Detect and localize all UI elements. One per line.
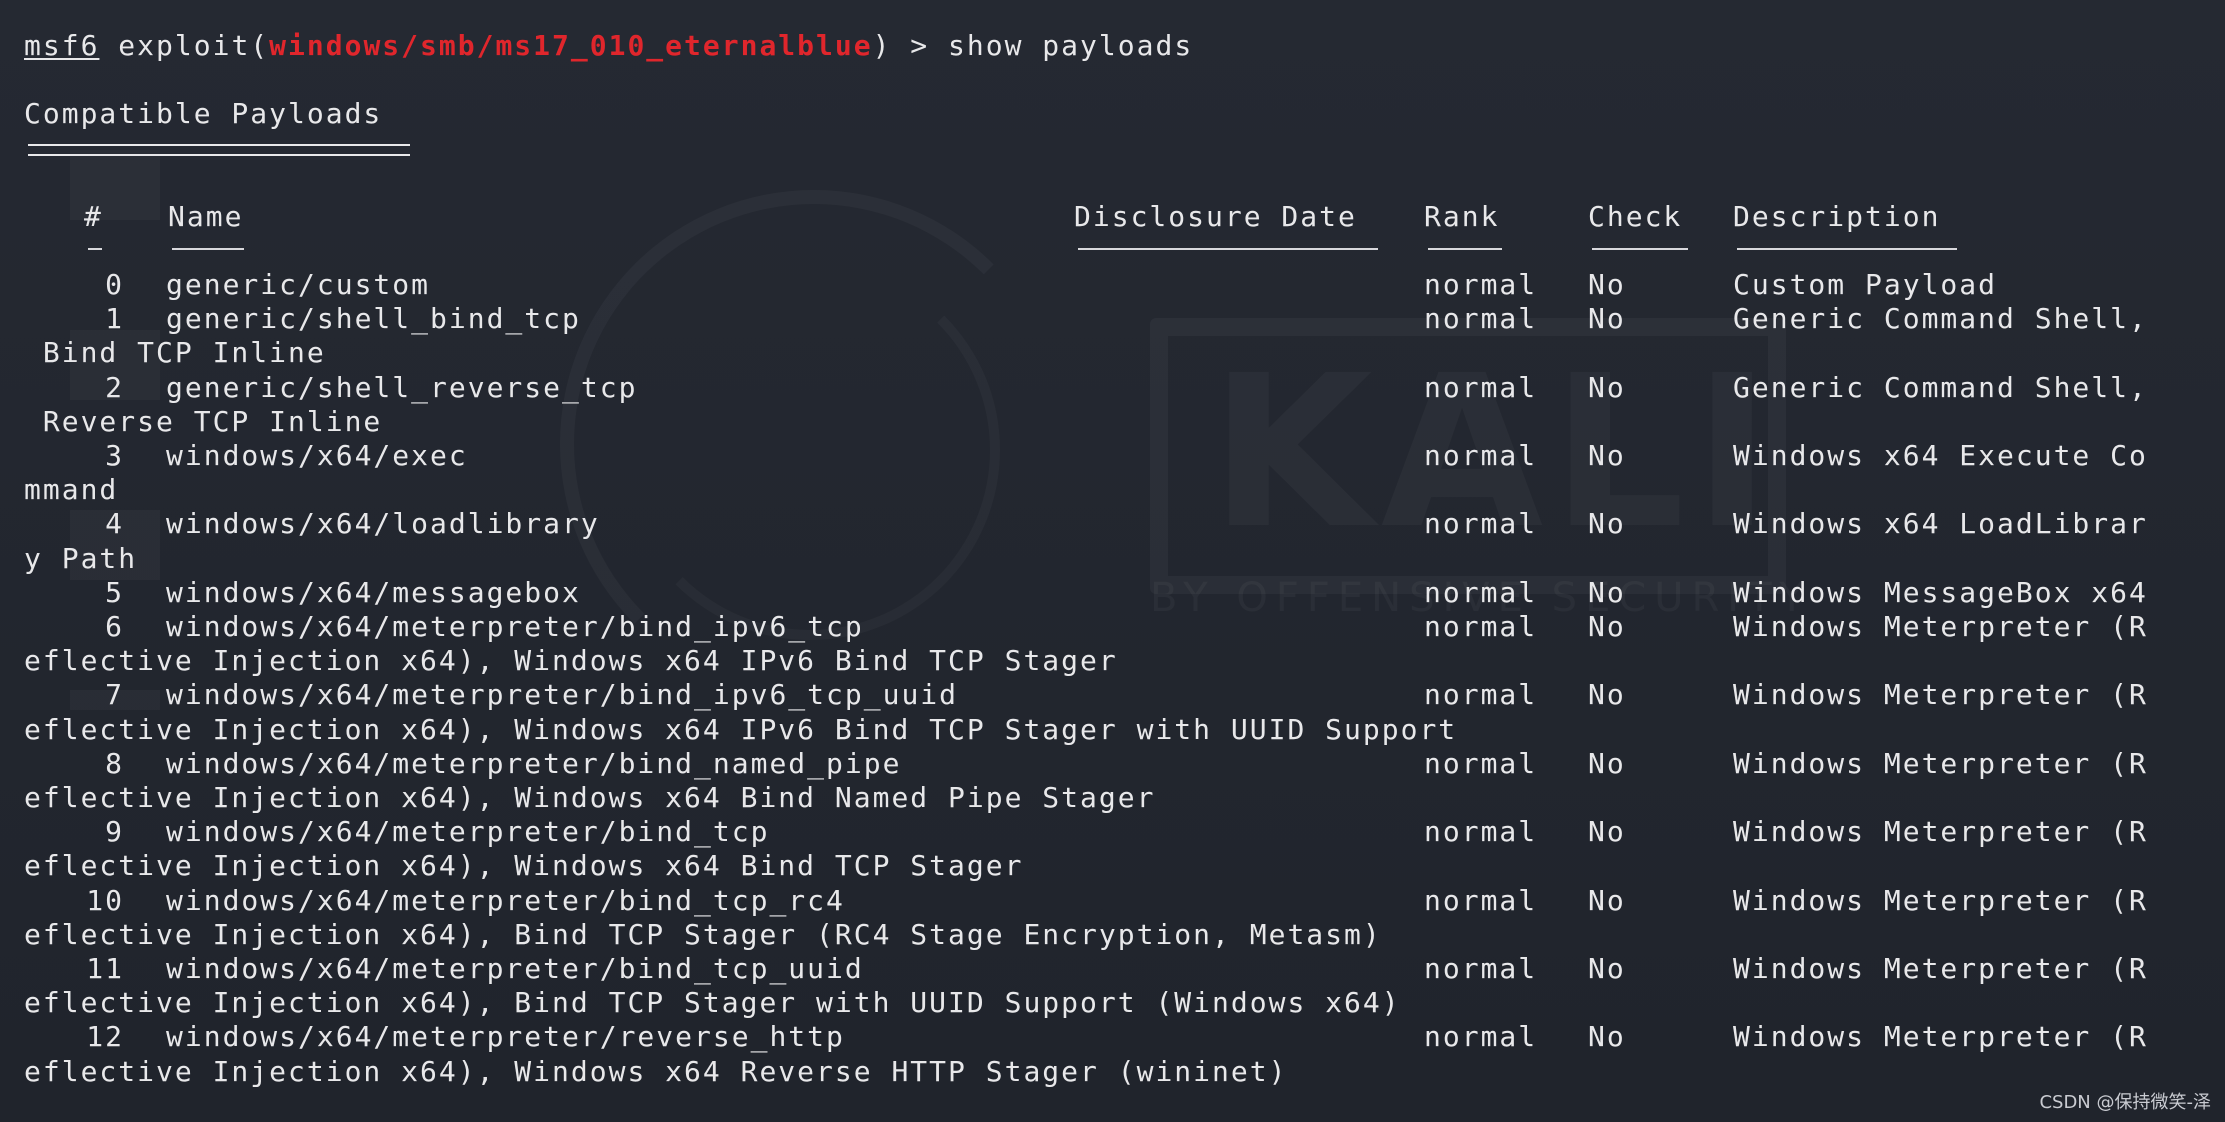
payload-description: Windows x64 LoadLibrar	[1733, 507, 2148, 541]
header-description-underline	[1737, 248, 1957, 250]
payload-rank: normal	[1424, 610, 1538, 643]
payload-description: Windows Meterpreter (R	[1733, 678, 2148, 712]
section-title-underline	[28, 144, 410, 156]
payload-rank: normal	[1424, 678, 1538, 712]
payload-check: No	[1588, 746, 1626, 780]
payload-rank: normal	[1424, 746, 1538, 780]
header-name-underline	[172, 248, 244, 250]
header-name: Name	[168, 200, 244, 233]
payload-description-wrap: Bind TCP Inline	[24, 336, 326, 370]
payload-description-wrap: eflective Injection x64), Windows x64 Re…	[24, 1054, 1288, 1088]
payload-name: windows/x64/loadlibrary	[166, 507, 600, 541]
payload-description: Windows Meterpreter (R	[1733, 883, 2148, 917]
payload-description: Windows Meterpreter (R	[1733, 610, 2148, 643]
header-check: Check	[1588, 200, 1683, 233]
payload-description: Windows Meterpreter (R	[1733, 815, 2148, 849]
payload-check: No	[1588, 883, 1626, 917]
row-number: 1	[105, 302, 124, 336]
payload-description-wrap: eflective Injection x64), Bind TCP Stage…	[24, 986, 1401, 1020]
payload-description: Windows MessageBox x64	[1733, 575, 2148, 609]
payload-description-wrap: eflective Injection x64), Windows x64 Bi…	[24, 849, 1024, 883]
payload-rank: normal	[1424, 268, 1538, 301]
payload-rank: normal	[1424, 952, 1538, 985]
payload-rank: normal	[1424, 575, 1538, 609]
payload-check: No	[1588, 268, 1626, 301]
payload-description-wrap: y Path	[24, 541, 138, 575]
csdn-credit: CSDN @保持微笑-泽	[2039, 1092, 2211, 1113]
payload-name: generic/shell_reverse_tcp	[166, 370, 638, 404]
row-number: 10	[86, 883, 124, 917]
payload-rank: normal	[1424, 439, 1538, 472]
payload-name: generic/custom	[166, 268, 431, 301]
row-number: 4	[105, 507, 124, 541]
payload-description: Windows Meterpreter (R	[1733, 952, 2148, 985]
payload-name: windows/x64/exec	[166, 439, 468, 472]
payload-rank: normal	[1424, 1020, 1538, 1054]
row-number: 6	[105, 610, 124, 643]
header-description: Description	[1733, 200, 1941, 233]
payload-description-wrap: eflective Injection x64), Windows x64 IP…	[24, 644, 1118, 678]
header-disclosure-date: Disclosure Date	[1074, 200, 1357, 233]
row-number: 0	[105, 268, 124, 301]
payload-description-wrap: eflective Injection x64), Windows x64 Bi…	[24, 781, 1156, 814]
payload-description: Windows Meterpreter (R	[1733, 1020, 2148, 1054]
payload-rank: normal	[1424, 507, 1538, 541]
section-title: Compatible Payloads	[24, 97, 383, 130]
payload-check: No	[1588, 952, 1626, 985]
payload-name: windows/x64/meterpreter/bind_named_pipe	[166, 746, 902, 780]
prompt-module: windows/smb/ms17_010_eternalblue	[269, 29, 873, 62]
payload-name: windows/x64/meterpreter/reverse_http	[166, 1020, 845, 1054]
prompt-user: msf6	[24, 29, 100, 62]
payload-check: No	[1588, 507, 1626, 541]
row-number: 9	[105, 815, 124, 849]
payload-description-wrap: mmand	[24, 473, 119, 507]
payload-check: No	[1588, 610, 1626, 643]
payload-name: windows/x64/meterpreter/bind_tcp_rc4	[166, 883, 845, 917]
payload-description: Generic Command Shell,	[1733, 302, 2148, 336]
payload-check: No	[1588, 678, 1626, 712]
header-rank: Rank	[1424, 200, 1500, 233]
payload-description-wrap: Reverse TCP Inline	[24, 404, 383, 438]
prompt-command-suffix: ) > show payloads	[872, 29, 1194, 62]
payload-check: No	[1588, 370, 1626, 404]
row-number: 2	[105, 370, 124, 404]
payload-check: No	[1588, 575, 1626, 609]
row-number: 7	[105, 678, 124, 712]
payload-check: No	[1588, 302, 1626, 336]
payload-name: windows/x64/meterpreter/bind_ipv6_tcp_uu…	[166, 678, 959, 712]
payload-check: No	[1588, 1020, 1626, 1054]
row-number: 8	[105, 746, 124, 780]
payload-name: windows/x64/meterpreter/bind_tcp_uuid	[166, 952, 864, 985]
payload-rank: normal	[1424, 815, 1538, 849]
row-number: 3	[105, 439, 124, 472]
kali-dragon-tail-watermark	[620, 260, 1000, 640]
payload-rank: normal	[1424, 883, 1538, 917]
header-num-underline	[88, 248, 102, 250]
payload-name: windows/x64/meterpreter/bind_tcp	[166, 815, 770, 849]
payload-description: Windows x64 Execute Co	[1733, 439, 2148, 472]
header-num: #	[84, 200, 103, 233]
row-number: 12	[86, 1020, 124, 1054]
command-prompt-line: msf6 exploit(windows/smb/ms17_010_eterna…	[24, 29, 1193, 63]
payload-name: generic/shell_bind_tcp	[166, 302, 581, 336]
payload-description-wrap: eflective Injection x64), Windows x64 IP…	[24, 712, 1458, 746]
header-rank-underline	[1428, 248, 1502, 250]
payload-check: No	[1588, 815, 1626, 849]
payload-description: Custom Payload	[1733, 268, 1998, 301]
header-date-underline	[1078, 248, 1378, 250]
payload-rank: normal	[1424, 370, 1538, 404]
payload-description: Windows Meterpreter (R	[1733, 746, 2148, 780]
header-check-underline	[1592, 248, 1688, 250]
row-number: 11	[86, 952, 124, 985]
payload-name: windows/x64/messagebox	[166, 575, 581, 609]
payload-rank: normal	[1424, 302, 1538, 336]
row-number: 5	[105, 575, 124, 609]
payload-description: Generic Command Shell,	[1733, 370, 2148, 404]
payload-name: windows/x64/meterpreter/bind_ipv6_tcp	[166, 610, 864, 643]
terminal-window[interactable]: KALI BY OFFENSIVE SECURITY msf6 exploit(…	[0, 0, 2225, 1122]
payload-check: No	[1588, 439, 1626, 472]
prompt-command-prefix: exploit(	[99, 29, 270, 62]
payload-description-wrap: eflective Injection x64), Bind TCP Stage…	[24, 917, 1382, 951]
